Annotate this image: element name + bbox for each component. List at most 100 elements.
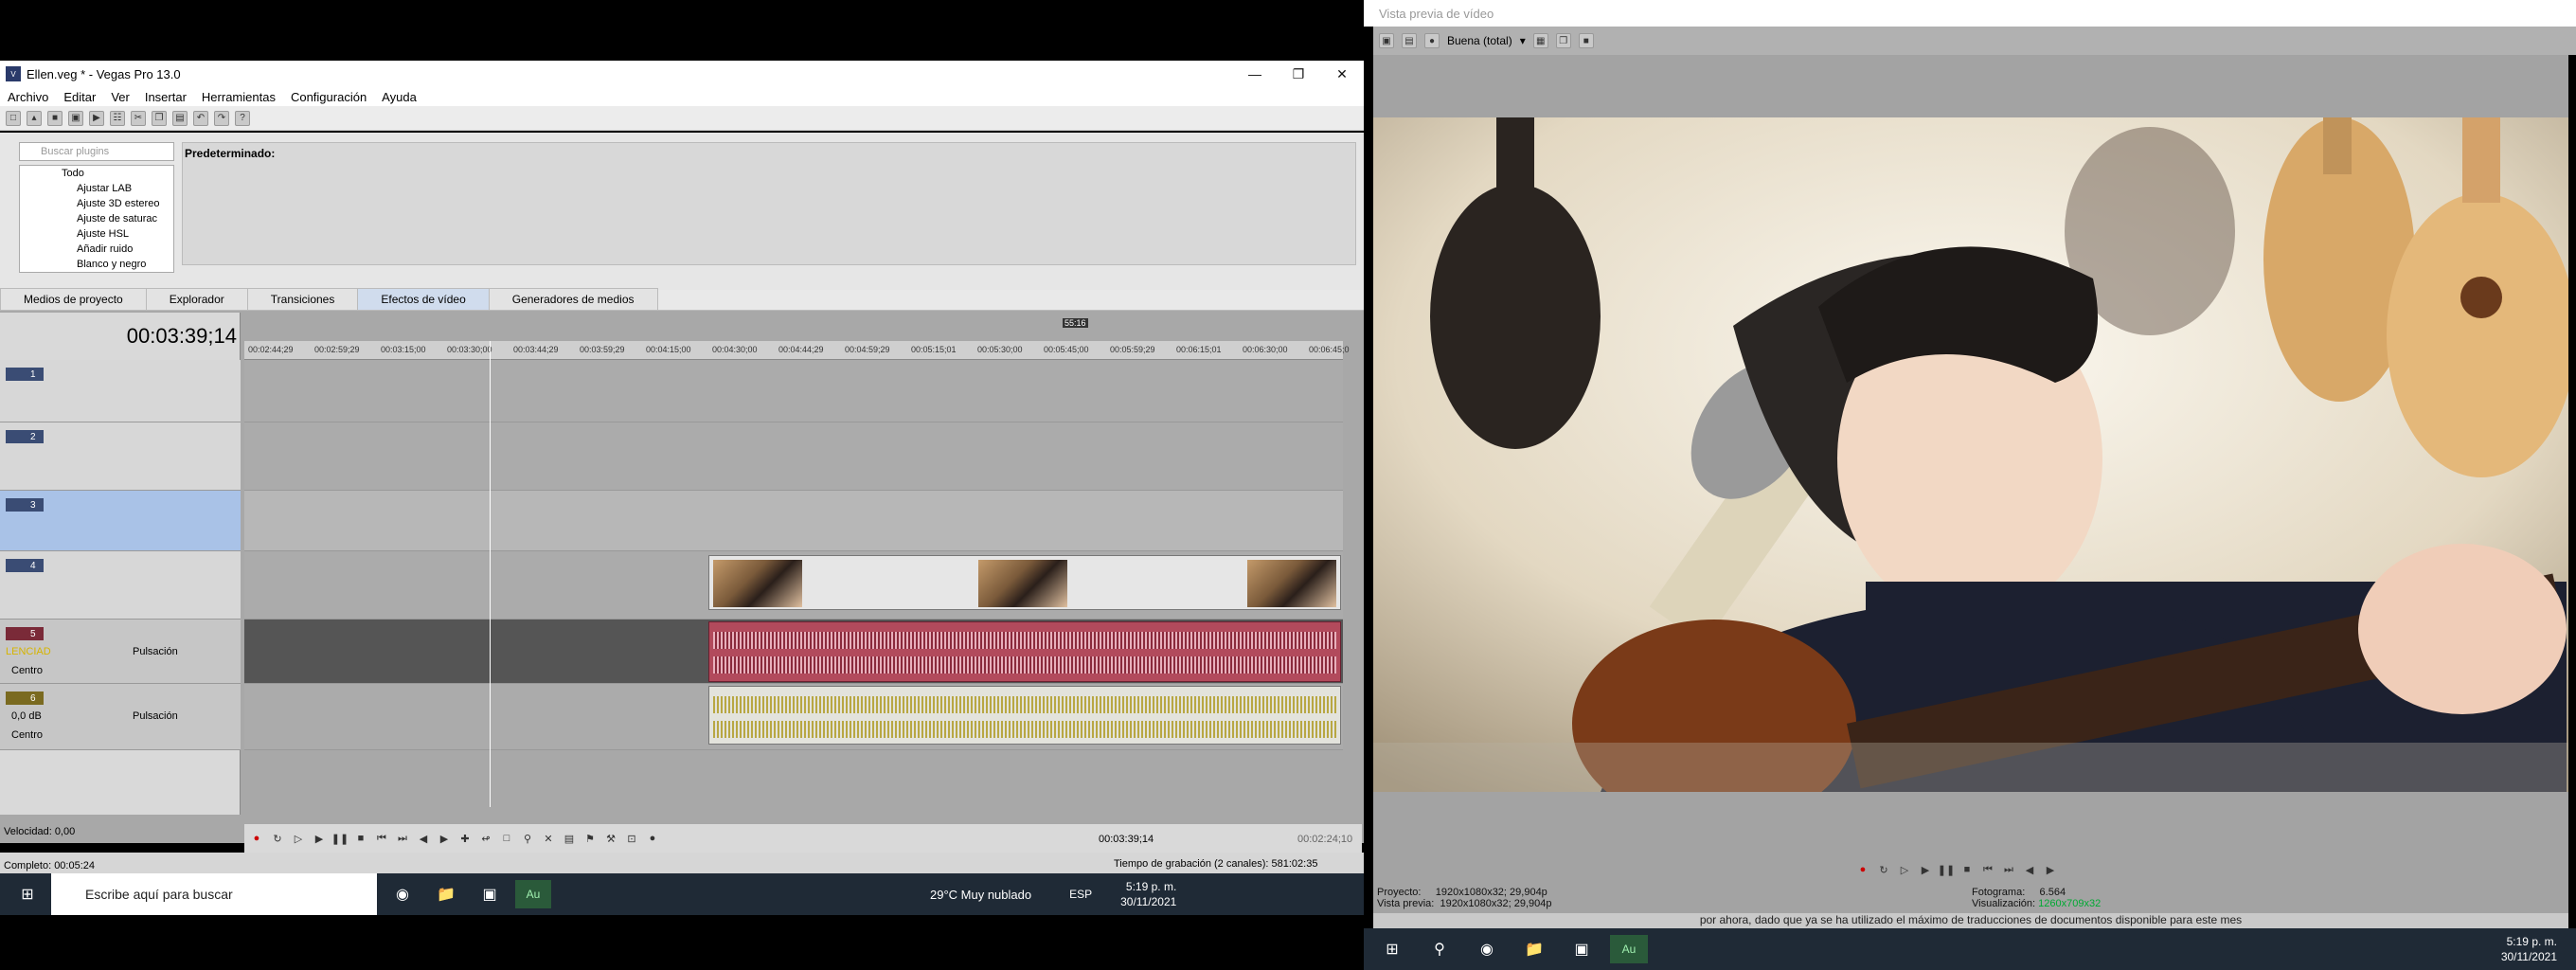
taskbar-search-input[interactable]: Escribe aquí para buscar [51, 873, 377, 915]
chevron-down-icon[interactable]: ▾ [1520, 34, 1526, 47]
tab-project-media[interactable]: Medios de proyecto [0, 288, 147, 310]
minimize-button[interactable]: — [1233, 66, 1277, 81]
go-start-icon[interactable]: ⏮ [375, 832, 388, 845]
overlay-icon[interactable]: ▦ [1532, 33, 1548, 48]
paste-icon[interactable]: ▤ [172, 110, 188, 126]
preview-play-icon[interactable]: ▶ [1919, 863, 1932, 876]
playhead-cursor[interactable] [490, 341, 491, 807]
zoom-tool-icon[interactable]: ⚲ [521, 832, 534, 845]
preview-properties-icon[interactable]: ▣ [1379, 33, 1394, 48]
tree-item[interactable]: Ajuste de saturac [20, 211, 173, 226]
trim-icon[interactable]: ▤ [563, 832, 576, 845]
delete-icon[interactable]: ✕ [542, 832, 555, 845]
track-header-4[interactable]: 4 [0, 551, 241, 620]
stop-icon[interactable]: ■ [354, 832, 367, 845]
lane-6[interactable] [244, 684, 1343, 750]
snap-icon[interactable]: ⊡ [625, 832, 638, 845]
audition-icon[interactable]: Au [1610, 935, 1648, 963]
undo-icon[interactable]: ↶ [193, 110, 208, 126]
track-header-2[interactable]: 2 [0, 422, 241, 491]
tree-item[interactable]: Blanco y negro [20, 257, 173, 272]
preview-device-icon[interactable]: ▤ [1402, 33, 1417, 48]
edge-icon[interactable]: ◉ [385, 880, 420, 908]
tab-explorer[interactable]: Explorador [145, 288, 248, 310]
new-icon[interactable]: □ [6, 110, 21, 126]
tree-item[interactable]: Ajuste HSL [20, 226, 173, 242]
lane-1[interactable] [244, 360, 1343, 422]
envelope-tool-icon[interactable]: ↫ [479, 832, 492, 845]
render-icon[interactable]: ▶ [89, 110, 104, 126]
lock-icon[interactable]: ● [646, 832, 659, 845]
edge-icon[interactable]: ◉ [1468, 935, 1506, 963]
maximize-button[interactable]: ❐ [1277, 66, 1320, 82]
preview-play-start-icon[interactable]: ▷ [1898, 863, 1911, 876]
tab-video-fx[interactable]: Efectos de vídeo [357, 288, 490, 310]
preview-pause-icon[interactable]: ❚❚ [1938, 863, 1955, 876]
preview-quality-select[interactable]: Buena (total) [1447, 34, 1512, 47]
track-volume[interactable]: 0,0 dB [11, 710, 42, 722]
help-icon[interactable]: ? [235, 110, 250, 126]
menu-configuracion[interactable]: Configuración [283, 90, 374, 104]
audition-icon[interactable]: Au [515, 880, 551, 908]
taskbar-clock[interactable]: 5:19 p. m. 30/11/2021 [1120, 879, 1176, 909]
cut-icon[interactable]: ✂ [131, 110, 146, 126]
windows-start-icon[interactable]: ⊞ [9, 880, 45, 908]
save-snapshot-icon[interactable]: ■ [1578, 33, 1594, 48]
lane-5[interactable] [244, 620, 1343, 684]
preview-prev-frame-icon[interactable]: ◀ [2023, 863, 2036, 876]
preview-loop-icon[interactable]: ↻ [1877, 863, 1890, 876]
track-header-5[interactable]: 5 LENCIAD Pulsación Centro [0, 620, 241, 684]
taskbar-clock-right[interactable]: 5:19 p. m. 30/11/2021 [2501, 934, 2557, 964]
prev-frame-icon[interactable]: ◀ [417, 832, 430, 845]
taskbar-weather[interactable]: 29°C Muy nublado [930, 888, 1031, 902]
track-header-6[interactable]: 6 0,0 dB Pulsación Centro [0, 684, 241, 750]
tree-item[interactable]: Ajuste 3D estereo [20, 196, 173, 211]
menu-ver[interactable]: Ver [103, 90, 137, 104]
track-header-3[interactable]: 3 [0, 491, 241, 551]
track-pan-mode[interactable]: Pulsación [133, 710, 178, 722]
track-header-1[interactable]: 1 [0, 360, 241, 422]
region-icon[interactable]: ⚒ [604, 832, 617, 845]
file-explorer-icon[interactable]: 📁 [1515, 935, 1553, 963]
tree-root-todo[interactable]: Todo [20, 166, 173, 181]
menu-ayuda[interactable]: Ayuda [374, 90, 424, 104]
loop-icon[interactable]: ↻ [271, 832, 284, 845]
preview-record-icon[interactable]: ● [1856, 863, 1869, 876]
track-volume[interactable]: LENCIAD [6, 646, 51, 657]
time-ruler[interactable]: 55:16 00:02:44;29 00:02:59;29 00:03:15;0… [244, 318, 1350, 360]
menu-insertar[interactable]: Insertar [137, 90, 194, 104]
copy-icon[interactable]: ❐ [152, 110, 167, 126]
lane-2[interactable] [244, 422, 1343, 491]
play-icon[interactable]: ▶ [313, 832, 326, 845]
save-icon[interactable]: ■ [47, 110, 63, 126]
marker-icon[interactable]: ⚑ [583, 832, 597, 845]
tree-item[interactable]: Añadir ruido [20, 242, 173, 257]
vegas-taskbar-icon[interactable]: ▣ [1563, 935, 1601, 963]
preview-next-frame-icon[interactable]: ▶ [2044, 863, 2057, 876]
audio-clip-red[interactable] [708, 621, 1341, 682]
preview-go-end-icon[interactable]: ⏭ [2002, 863, 2015, 876]
audio-clip-yellow[interactable] [708, 686, 1341, 745]
preset-area[interactable]: Predeterminado: [182, 142, 1356, 265]
lane-4[interactable] [244, 551, 1343, 620]
menu-editar[interactable]: Editar [56, 90, 103, 104]
redo-icon[interactable]: ↷ [214, 110, 229, 126]
video-clip[interactable] [708, 555, 1341, 610]
save-as-icon[interactable]: ▣ [68, 110, 83, 126]
record-icon[interactable]: ● [250, 832, 263, 845]
tab-transitions[interactable]: Transiciones [246, 288, 359, 310]
preview-go-start-icon[interactable]: ⏮ [1981, 863, 1995, 876]
pause-icon[interactable]: ❚❚ [331, 832, 349, 845]
preview-stop-icon[interactable]: ■ [1960, 863, 1974, 876]
go-end-icon[interactable]: ⏭ [396, 832, 409, 845]
plugin-tree[interactable]: Todo Ajustar LAB Ajuste 3D estereo Ajust… [19, 165, 174, 273]
windows-start-icon[interactable]: ⊞ [1373, 935, 1411, 963]
menu-archivo[interactable]: Archivo [0, 90, 56, 104]
taskbar-lang[interactable]: ESP [1069, 888, 1092, 901]
vegas-taskbar-icon[interactable]: ▣ [472, 880, 508, 908]
next-frame-icon[interactable]: ▶ [438, 832, 451, 845]
search-icon[interactable]: ⚲ [1421, 935, 1458, 963]
lane-3[interactable] [244, 491, 1343, 551]
plugin-search-input[interactable]: Buscar plugins [19, 142, 174, 161]
tree-item[interactable]: Ajustar LAB [20, 181, 173, 196]
